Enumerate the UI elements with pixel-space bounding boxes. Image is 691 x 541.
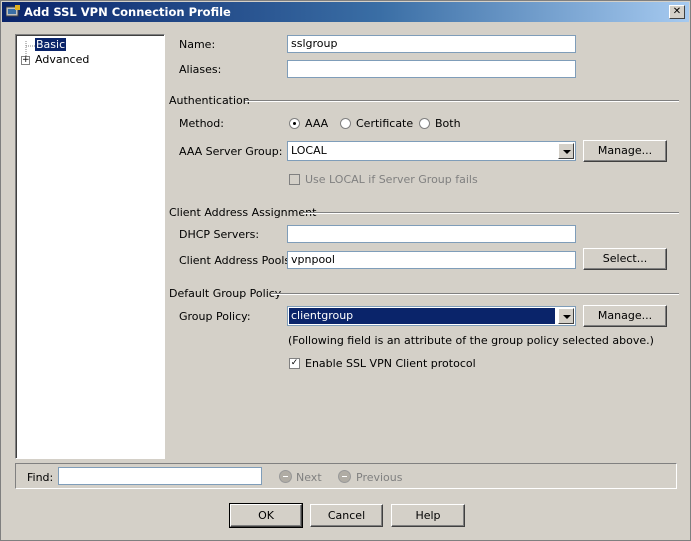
close-button[interactable]: ✕ (669, 5, 685, 19)
dropdown-arrow-icon[interactable] (558, 143, 574, 159)
method-aaa-radio[interactable] (289, 118, 300, 129)
ok-button[interactable]: OK (229, 503, 303, 528)
aliases-label: Aliases: (179, 63, 222, 76)
aliases-field[interactable] (287, 60, 576, 78)
tree-item-advanced[interactable]: Advanced (35, 53, 89, 66)
enable-ssl-vpn-label[interactable]: Enable SSL VPN Client protocol (305, 357, 476, 370)
group-policy-manage-button[interactable]: Manage... (583, 305, 667, 327)
expand-icon[interactable]: + (21, 56, 30, 65)
method-aaa-label[interactable]: AAA (305, 117, 328, 130)
find-bar: Find: Next Previous (15, 463, 677, 489)
dhcp-servers-label: DHCP Servers: (179, 228, 260, 241)
next-label[interactable]: Next (296, 471, 322, 484)
next-icon[interactable] (279, 470, 292, 483)
aaa-server-group-label: AAA Server Group: (179, 145, 283, 158)
dialog-window: Add SSL VPN Connection Profile ✕ Basic +… (0, 0, 691, 541)
tree-item-basic-label: Basic (35, 38, 67, 51)
method-label: Method: (179, 117, 224, 130)
group-policy-value: clientgroup (289, 308, 555, 324)
dhcp-servers-field[interactable] (287, 225, 576, 243)
cancel-button[interactable]: Cancel (310, 504, 383, 527)
use-local-label: Use LOCAL if Server Group fails (305, 173, 478, 186)
previous-label[interactable]: Previous (356, 471, 403, 484)
find-input[interactable] (58, 467, 262, 485)
aaa-server-group-dropdown[interactable]: LOCAL (287, 141, 576, 161)
previous-icon[interactable] (338, 470, 351, 483)
method-both-label[interactable]: Both (435, 117, 461, 130)
enable-ssl-vpn-checkbox[interactable]: ✓ (289, 358, 300, 369)
window-title: Add SSL VPN Connection Profile (24, 5, 231, 19)
group-policy-label: Group Policy: (179, 310, 251, 323)
dropdown-arrow-icon[interactable] (558, 308, 574, 324)
help-button[interactable]: Help (391, 504, 465, 527)
use-local-checkbox[interactable] (289, 174, 300, 185)
group-policy-divider (271, 293, 679, 295)
client-address-pools-field[interactable]: vpnpool (287, 251, 576, 269)
name-label: Name: (179, 38, 216, 51)
client-address-pools-label: Client Address Pools: (179, 254, 294, 267)
navigation-tree: Basic + Advanced (15, 34, 165, 459)
find-label: Find: (27, 471, 54, 484)
app-icon (6, 5, 20, 17)
aaa-server-group-value: LOCAL (291, 144, 327, 157)
group-policy-dropdown[interactable]: clientgroup (287, 306, 576, 326)
title-bar[interactable]: Add SSL VPN Connection Profile ✕ (2, 2, 689, 22)
aaa-manage-button[interactable]: Manage... (583, 140, 667, 162)
authentication-heading: Authentication (169, 94, 250, 107)
group-policy-note: (Following field is an attribute of the … (288, 334, 654, 347)
tree-item-basic[interactable]: Basic (35, 38, 67, 51)
method-certificate-radio[interactable] (340, 118, 351, 129)
method-both-radio[interactable] (419, 118, 430, 129)
default-group-policy-heading: Default Group Policy (169, 287, 282, 300)
client-address-divider (303, 212, 679, 214)
client-address-heading: Client Address Assignment (169, 206, 317, 219)
name-field[interactable]: sslgroup (287, 35, 576, 53)
method-certificate-label[interactable]: Certificate (356, 117, 413, 130)
authentication-divider (245, 100, 679, 102)
select-pools-button[interactable]: Select... (583, 248, 667, 270)
